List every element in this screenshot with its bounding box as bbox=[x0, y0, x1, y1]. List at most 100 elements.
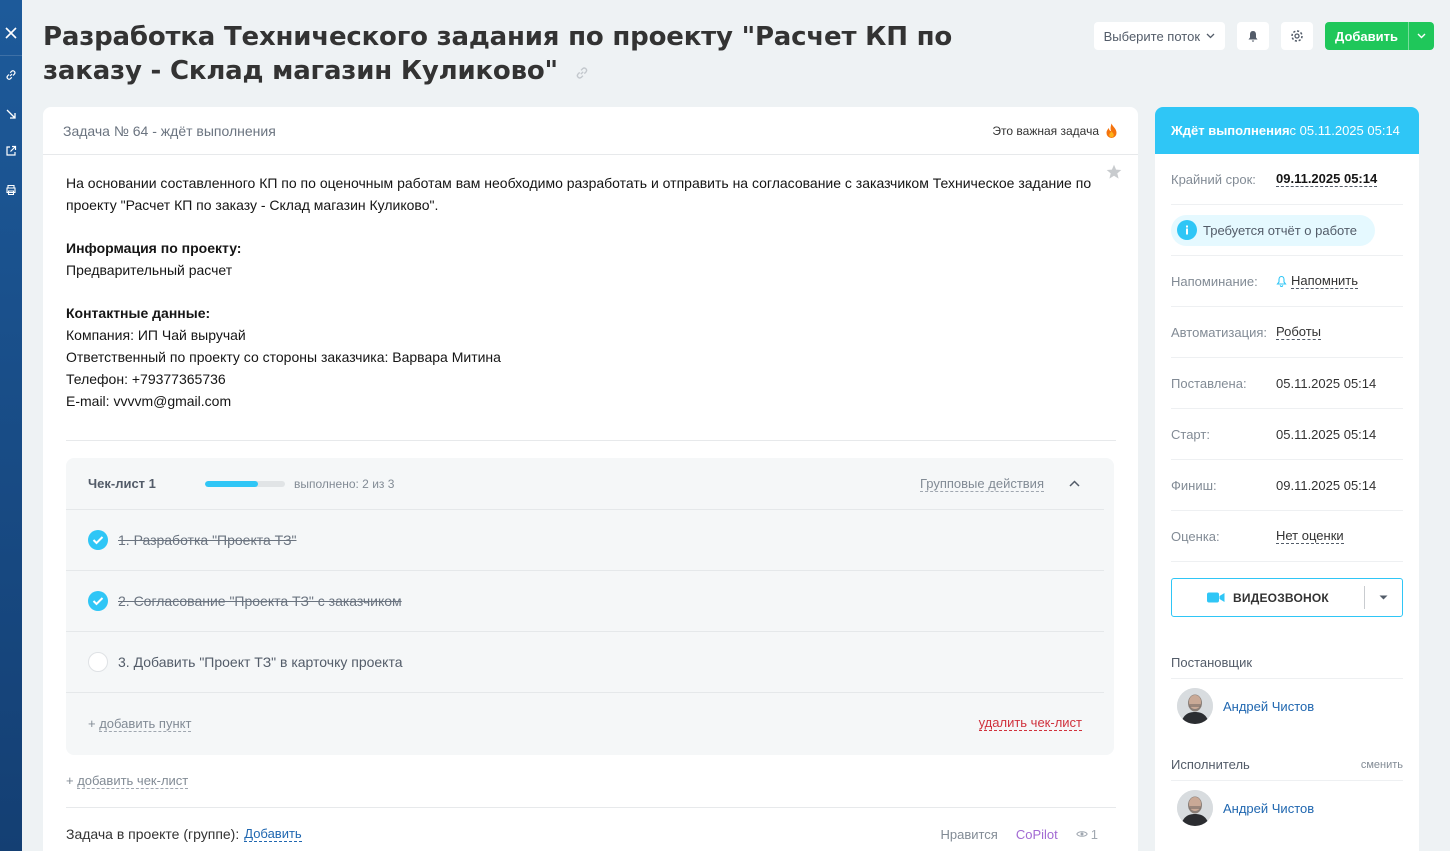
video-camera-icon bbox=[1207, 592, 1225, 603]
checked-icon[interactable] bbox=[88, 591, 108, 611]
report-required-badge[interactable]: Требуется отчёт о работе bbox=[1171, 214, 1375, 246]
assignee-label: Исполнитель bbox=[1171, 757, 1250, 772]
created-value: 05.11.2025 05:14 bbox=[1276, 375, 1377, 391]
flow-select-label: Выберите поток bbox=[1103, 28, 1201, 44]
add-checklist-label: добавить чек-лист bbox=[77, 773, 189, 789]
gear-icon bbox=[1291, 30, 1303, 42]
add-button[interactable]: Добавить bbox=[1325, 22, 1434, 50]
project-info-text: Предварительный расчет bbox=[66, 262, 233, 278]
add-checklist-link[interactable]: + добавить чек-лист bbox=[66, 773, 189, 789]
creator-person[interactable]: Андрей Чистов bbox=[1171, 679, 1403, 733]
contact-email: E-mail: vvvvm@gmail.com bbox=[66, 393, 232, 409]
page-title: Разработка Технического задания по проек… bbox=[43, 20, 1053, 89]
important-label: Это важная задача bbox=[992, 123, 1099, 138]
rating-link[interactable]: Нет оценки bbox=[1276, 528, 1344, 544]
creator-name: Андрей Чистов bbox=[1223, 698, 1315, 714]
checklist-progress-fill bbox=[205, 480, 259, 487]
settings-button[interactable] bbox=[1281, 22, 1314, 50]
finish-row: Финиш: 09.11.2025 05:14 bbox=[1171, 460, 1403, 511]
finish-label: Финиш: bbox=[1171, 477, 1217, 493]
checklist-footer: + добавить пункт удалить чек-лист bbox=[66, 693, 1104, 753]
status-label: Ждёт выполнения bbox=[1171, 123, 1290, 138]
important-toggle[interactable]: Это важная задача bbox=[992, 123, 1118, 139]
status-header: Ждёт выполнения с 05.11.2025 05:14 bbox=[1155, 107, 1419, 154]
creator-header: Постановщик bbox=[1171, 647, 1403, 679]
task-description: На основании составленного КП по по оцен… bbox=[66, 164, 1122, 412]
description-intro: На основании составленного КП по по оцен… bbox=[66, 175, 1092, 213]
task-sidebar: Ждёт выполнения с 05.11.2025 05:14 Крайн… bbox=[1155, 107, 1419, 851]
copy-link-icon[interactable] bbox=[575, 55, 589, 89]
unchecked-icon[interactable] bbox=[88, 652, 108, 672]
task-card-header: Задача № 64 - ждёт выполнения Это важная… bbox=[43, 107, 1138, 155]
video-call-main[interactable]: ВИДЕОЗВОНОК bbox=[1172, 591, 1364, 605]
checklist-item[interactable]: 2. Согласование "Проекта ТЗ" с заказчико… bbox=[66, 571, 1104, 632]
start-value: 05.11.2025 05:14 bbox=[1276, 426, 1377, 442]
views-counter: 1 bbox=[1075, 827, 1098, 842]
creator-label: Постановщик bbox=[1171, 655, 1253, 670]
chevron-down-icon bbox=[1417, 33, 1426, 39]
deadline-label: Крайний срок: bbox=[1171, 171, 1256, 187]
video-call-label: ВИДЕОЗВОНОК bbox=[1233, 590, 1329, 605]
avatar bbox=[1177, 790, 1213, 826]
favorite-star-icon[interactable] bbox=[1106, 164, 1122, 186]
checklist-header: Чек-лист 1 выполнено: 2 из 3 Групповые д… bbox=[66, 458, 1104, 510]
checked-icon[interactable] bbox=[88, 530, 108, 550]
finish-value: 09.11.2025 05:14 bbox=[1276, 477, 1377, 493]
avatar bbox=[1177, 688, 1213, 724]
project-label: Задача в проекте (группе): bbox=[66, 826, 240, 842]
report-row: Требуется отчёт о работе bbox=[1171, 205, 1403, 256]
reminder-row: Напоминание: Напомнить bbox=[1171, 256, 1403, 307]
start-row: Старт: 05.11.2025 05:14 bbox=[1171, 409, 1403, 460]
checklist-item[interactable]: 1. Разработка "Проекта ТЗ" bbox=[66, 510, 1104, 571]
rating-row: Оценка: Нет оценки bbox=[1171, 511, 1403, 562]
deadline-value[interactable]: 09.11.2025 05:14 bbox=[1276, 171, 1378, 187]
task-slider: Разработка Технического задания по проек… bbox=[22, 0, 1450, 851]
chevron-up-icon bbox=[1068, 480, 1080, 487]
notifications-button[interactable] bbox=[1237, 22, 1270, 50]
print-icon[interactable] bbox=[0, 175, 22, 205]
caret-down-icon bbox=[1379, 595, 1388, 600]
remind-link[interactable]: Напомнить bbox=[1276, 273, 1358, 289]
start-label: Старт: bbox=[1171, 426, 1210, 442]
flow-select[interactable]: Выберите поток bbox=[1093, 22, 1226, 50]
checklist-title[interactable]: Чек-лист 1 bbox=[88, 476, 205, 491]
created-label: Поставлена: bbox=[1171, 375, 1247, 391]
collapse-button[interactable] bbox=[1066, 480, 1082, 487]
checklist-item[interactable]: 3. Добавить "Проект ТЗ" в карточку проек… bbox=[66, 632, 1104, 693]
checklist: Чек-лист 1 выполнено: 2 из 3 Групповые д… bbox=[66, 458, 1114, 755]
checklist-done-count: выполнено: 2 из 3 bbox=[294, 476, 395, 491]
group-actions-link[interactable]: Групповые действия bbox=[919, 476, 1044, 492]
deadline-row: Крайний срок: 09.11.2025 05:14 bbox=[1171, 154, 1403, 205]
task-title: Разработка Технического задания по проек… bbox=[43, 22, 953, 86]
close-icon[interactable] bbox=[0, 18, 22, 48]
rating-label: Оценка: bbox=[1171, 528, 1220, 544]
add-project-link[interactable]: Добавить bbox=[244, 826, 302, 842]
task-card: Задача № 64 - ждёт выполнения Это важная… bbox=[43, 107, 1138, 851]
chevron-down-icon bbox=[1206, 33, 1215, 39]
contact-responsible: Ответственный по проекту со стороны зака… bbox=[66, 349, 501, 365]
video-call-button[interactable]: ВИДЕОЗВОНОК bbox=[1171, 578, 1403, 617]
delete-checklist-link[interactable]: удалить чек-лист bbox=[978, 715, 1082, 731]
change-assignee-link[interactable]: сменить bbox=[1361, 759, 1403, 771]
copy-link-icon[interactable] bbox=[0, 60, 22, 90]
divider bbox=[66, 440, 1116, 441]
add-item-label: добавить пункт bbox=[99, 715, 192, 732]
assignee-person[interactable]: Андрей Чистов bbox=[1171, 781, 1403, 835]
open-new-window-icon[interactable] bbox=[0, 136, 22, 166]
plus-prefix: + bbox=[66, 773, 78, 788]
automation-label: Автоматизация: bbox=[1171, 324, 1267, 340]
contact-company: Компания: ИП Чай выручай bbox=[66, 327, 246, 343]
robots-link[interactable]: Роботы bbox=[1276, 324, 1322, 340]
reminder-label: Напоминание: bbox=[1171, 273, 1258, 289]
add-item-link[interactable]: + добавить пункт bbox=[88, 715, 192, 732]
copilot-link[interactable]: CoPilot bbox=[1016, 827, 1058, 842]
project-info-heading: Информация по проекту: bbox=[66, 240, 242, 256]
minimize-icon[interactable] bbox=[0, 99, 22, 129]
plus-prefix: + bbox=[88, 715, 100, 731]
assignee-header: Исполнитель сменить bbox=[1171, 749, 1403, 781]
add-dropdown-button[interactable] bbox=[1408, 22, 1434, 50]
video-call-dropdown[interactable] bbox=[1364, 586, 1402, 609]
checklist-progress-bar bbox=[205, 480, 285, 487]
bell-icon bbox=[1248, 30, 1258, 42]
like-link[interactable]: Нравится bbox=[940, 827, 997, 842]
